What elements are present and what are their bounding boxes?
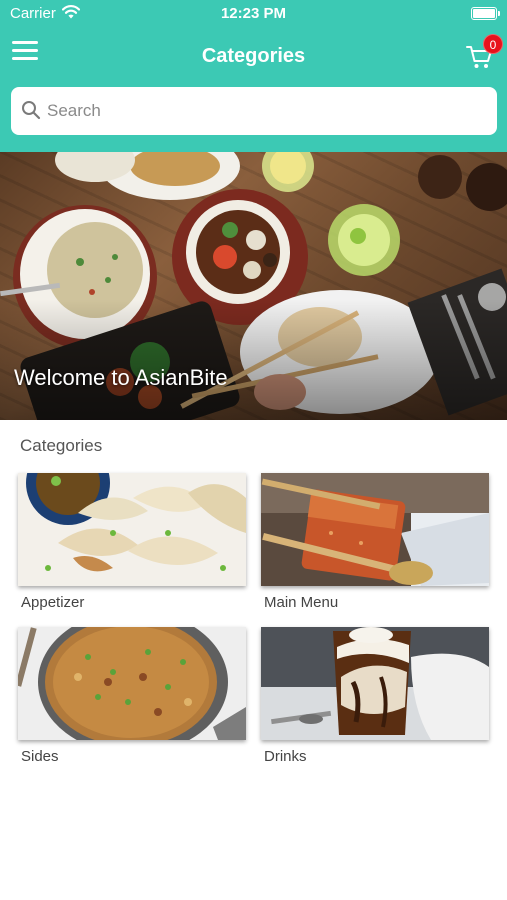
cart-button[interactable]: 0 — [466, 34, 503, 72]
navigation-bar: Categories 0 — [0, 34, 507, 78]
category-image-sides — [18, 627, 246, 740]
cart-count-badge: 0 — [483, 34, 503, 54]
status-time: 12:23 PM — [220, 5, 287, 22]
page-title: Categories — [201, 45, 306, 67]
hero-title: Welcome to AsianBite — [14, 365, 228, 390]
category-label: Main Menu — [264, 594, 339, 611]
category-label: Sides — [21, 748, 59, 765]
category-image-drinks — [261, 627, 489, 740]
category-label: Drinks — [264, 748, 307, 765]
status-bar: Carrier 12:23 PM — [0, 0, 507, 28]
section-heading: Categories — [20, 436, 103, 455]
category-label: Appetizer — [21, 594, 85, 611]
search-input[interactable] — [47, 97, 487, 125]
category-image-appetizer — [18, 473, 246, 586]
hamburger-menu-icon — [12, 41, 38, 44]
search-icon — [22, 101, 41, 120]
hero-banner: Welcome to AsianBite — [0, 152, 507, 420]
category-image-main-menu — [261, 473, 489, 586]
battery-icon — [471, 7, 500, 20]
app-header: Carrier 12:23 PM Categories 0 — [0, 0, 507, 152]
search-bar[interactable] — [11, 87, 497, 135]
